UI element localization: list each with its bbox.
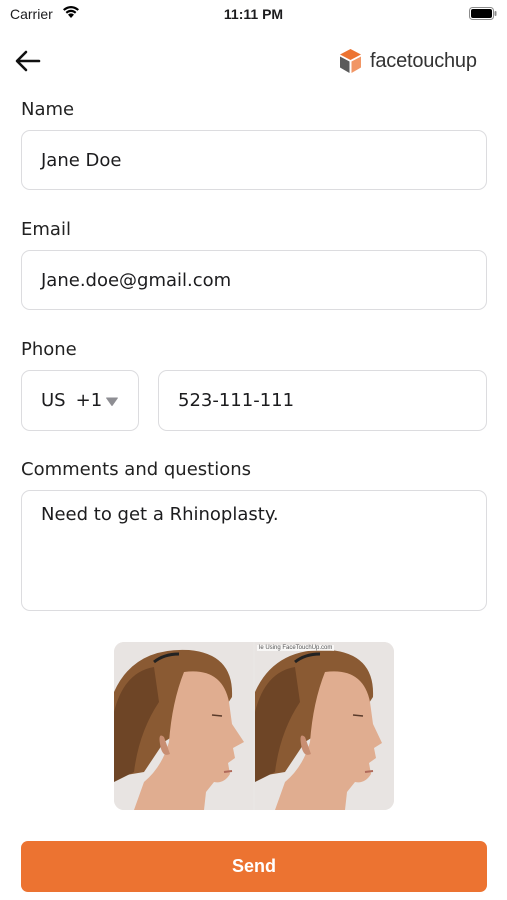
profile-face-after <box>255 642 394 810</box>
back-arrow-icon[interactable] <box>12 46 44 76</box>
logo-text: facetouchup <box>370 49 477 72</box>
country-code: US <box>41 390 66 411</box>
before-photo <box>114 642 253 810</box>
after-photo: le Using FaceTouchUp.com <box>255 642 394 810</box>
status-time: 11:11 PM <box>223 6 284 22</box>
status-bar: Carrier 11:11 PM <box>0 0 507 28</box>
caret-down-icon <box>106 397 119 406</box>
name-label: Name <box>21 99 75 120</box>
facetouchup-logo: facetouchup <box>338 47 477 75</box>
phone-label: Phone <box>21 339 77 360</box>
name-input[interactable]: Jane Doe <box>21 130 487 190</box>
watermark-text: le Using FaceTouchUp.com <box>257 645 335 651</box>
cube-logo-icon <box>340 49 361 73</box>
profile-face-before <box>114 642 253 810</box>
email-label: Email <box>21 219 71 240</box>
battery-icon <box>469 7 497 20</box>
comments-textarea[interactable]: Need to get a Rhinoplasty. <box>21 490 487 611</box>
send-button[interactable]: Send <box>21 841 487 892</box>
country-code-select[interactable]: US +1 <box>21 370 139 431</box>
phone-number-input[interactable]: 523-111-111 <box>158 370 487 431</box>
comments-label: Comments and questions <box>21 459 252 480</box>
before-after-photo: le Using FaceTouchUp.com <box>114 642 394 810</box>
dial-code: +1 <box>75 390 103 411</box>
email-input[interactable]: Jane.doe@gmail.com <box>21 250 487 310</box>
